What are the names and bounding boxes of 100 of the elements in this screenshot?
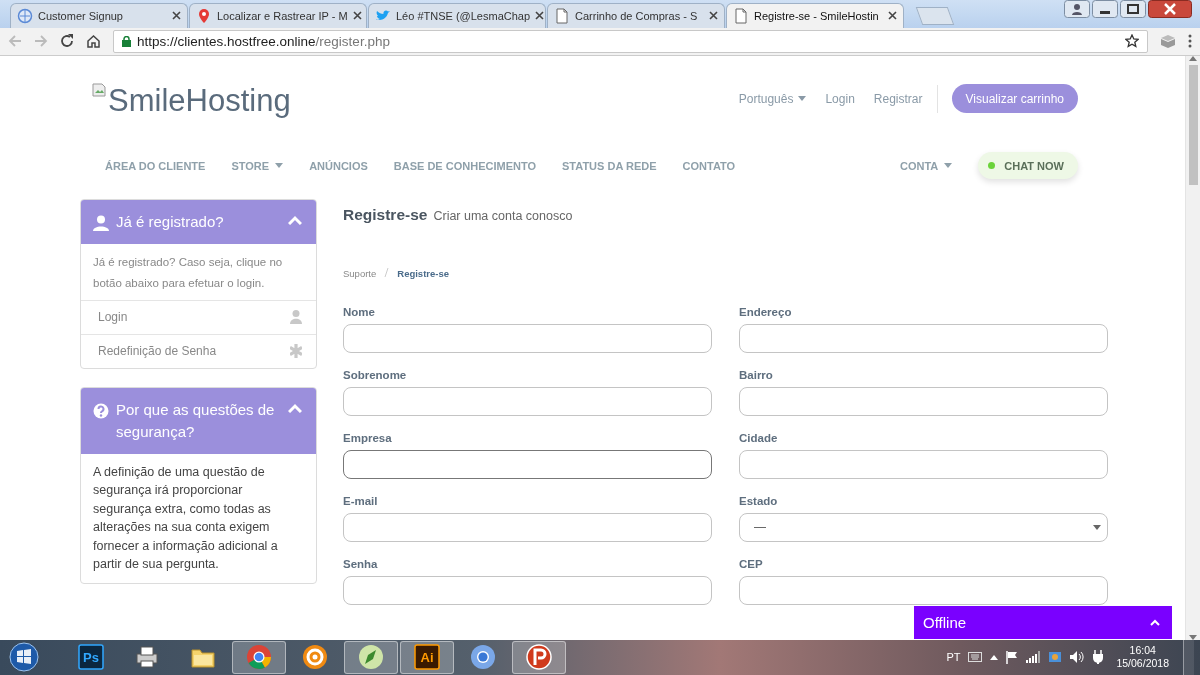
close-icon[interactable] xyxy=(1148,0,1192,18)
address-field[interactable]: https://clientes.hostfree.online/register.php xyxy=(113,29,1148,53)
network-icon[interactable] xyxy=(1048,650,1063,665)
select-field[interactable]: — xyxy=(739,512,1108,542)
chevron-up-icon xyxy=(1150,619,1160,626)
page-icon xyxy=(733,7,749,24)
browser-tab[interactable]: Carrinho de Compras - S xyxy=(547,2,725,28)
chrome-icon xyxy=(245,643,273,672)
lock-icon xyxy=(122,35,131,47)
keyboard-icon[interactable] xyxy=(968,652,983,663)
panel-header[interactable]: Já é registrado? xyxy=(81,199,316,244)
signal-icon[interactable] xyxy=(1026,651,1041,664)
input-field[interactable] xyxy=(343,449,712,479)
home-icon[interactable] xyxy=(86,34,101,49)
chromium-icon xyxy=(469,643,497,672)
volume-icon[interactable] xyxy=(1070,651,1085,664)
language-indicator[interactable]: PT xyxy=(946,651,961,664)
close-icon[interactable] xyxy=(352,11,362,21)
breadcrumb-link[interactable]: Suporte xyxy=(343,267,377,279)
browser-tab[interactable]: Léo #TNSE (@LesmaChap xyxy=(368,2,546,28)
show-desktop-button[interactable] xyxy=(1183,640,1194,675)
input-field[interactable] xyxy=(343,386,712,416)
input-field[interactable] xyxy=(739,386,1108,416)
reload-icon[interactable] xyxy=(60,34,74,49)
gear-icon xyxy=(301,643,329,672)
close-icon[interactable] xyxy=(888,11,897,21)
nav-link[interactable]: CONTA xyxy=(900,159,953,172)
input-field[interactable] xyxy=(343,575,712,605)
clock[interactable]: 16:04 15/06/2018 xyxy=(1116,644,1169,671)
user-icon xyxy=(290,310,302,325)
panel-text: Já é registrado? Caso seja, clique no botão abaixo para efetuar o login. xyxy=(92,254,284,291)
page-title: Registre-se xyxy=(343,205,428,224)
start-orb-icon[interactable] xyxy=(6,641,42,674)
user-icon xyxy=(93,214,109,231)
field-label: Estado xyxy=(739,494,779,507)
chevron-up-icon[interactable] xyxy=(990,655,999,660)
input-field[interactable] xyxy=(343,323,712,353)
extension-icon[interactable] xyxy=(1160,34,1176,49)
field-label: Nome xyxy=(343,305,376,318)
asterisk-icon xyxy=(290,344,302,359)
maximize-icon[interactable] xyxy=(1120,0,1146,18)
field-label: E-mail xyxy=(343,494,379,507)
power-plug-icon[interactable] xyxy=(1092,650,1105,665)
globe-icon xyxy=(17,7,33,24)
url-text: https://clientes.hostfree.online/register.php xyxy=(137,33,390,49)
chat-button[interactable]: CHAT NOW xyxy=(978,152,1078,180)
page-icon xyxy=(554,7,570,24)
close-icon[interactable] xyxy=(709,11,718,21)
nav-link[interactable]: STORE xyxy=(231,159,284,172)
star-icon[interactable] xyxy=(1125,34,1139,49)
browser-tab[interactable]: Customer Signup xyxy=(10,2,188,28)
sidebar-link[interactable]: Login xyxy=(81,299,316,334)
cart-button[interactable]: Visualizar carrinho xyxy=(951,84,1078,114)
chat-widget-bar[interactable]: Offline xyxy=(914,606,1172,639)
chevron-up-icon[interactable] xyxy=(288,402,302,413)
input-field[interactable] xyxy=(739,323,1108,353)
taskbar-app[interactable]: Ai xyxy=(400,641,454,674)
page-subtitle: Criar uma conta conosco xyxy=(433,208,573,223)
field-label: Endereço xyxy=(739,305,793,318)
close-icon[interactable] xyxy=(172,11,181,21)
browser-tab[interactable]: Localizar e Rastrear IP - M xyxy=(189,2,367,28)
user-icon[interactable] xyxy=(1064,0,1090,18)
field-label: Cidade xyxy=(739,431,779,444)
sidebar-link[interactable]: Redefinição de Senha xyxy=(81,333,316,368)
photoshop-icon xyxy=(77,643,105,672)
status-dot-icon xyxy=(988,162,996,170)
nav-link[interactable]: ANÚNCIOS xyxy=(309,159,368,172)
browser-tab[interactable]: Registre-se - SmileHostin xyxy=(726,2,904,28)
nav-link[interactable]: CONTATO xyxy=(682,159,736,172)
minimize-icon[interactable] xyxy=(1092,0,1118,18)
header-link[interactable]: Português xyxy=(738,91,807,106)
field-label: CEP xyxy=(739,557,764,570)
scrollbar-thumb[interactable] xyxy=(1188,64,1198,185)
illustrator-icon xyxy=(413,643,441,672)
input-field[interactable] xyxy=(343,512,712,542)
map-pin-icon xyxy=(196,7,212,24)
breadcrumb-link[interactable]: Registre-se xyxy=(397,267,450,279)
taskbar-app[interactable]: Ps xyxy=(64,641,118,674)
header-link[interactable]: Login xyxy=(825,91,855,106)
panel-header[interactable]: Por que as questões de segurança? xyxy=(81,387,316,454)
taskbar-app[interactable] xyxy=(512,641,566,674)
caret-icon xyxy=(1093,524,1101,530)
menu-icon[interactable] xyxy=(1188,34,1192,49)
field-label: Sobrenome xyxy=(343,368,408,381)
site-logo[interactable]: SmileHosting xyxy=(92,82,291,119)
nav-link[interactable]: STATUS DA REDE xyxy=(562,159,657,172)
nav-link[interactable]: ÁREA DO CLIENTE xyxy=(105,159,206,172)
panel-text: A definição de uma questão de segurança irá proporcionar segurança extra, como todas as alterações na sua conta exigem fornecer a informação adicional a partir de sua pergunta. xyxy=(92,463,279,574)
field-label: Bairro xyxy=(739,368,774,381)
question-icon xyxy=(93,402,109,419)
chevron-up-icon[interactable] xyxy=(288,214,302,225)
field-label: Empresa xyxy=(343,431,393,444)
input-field[interactable] xyxy=(739,575,1108,605)
header-link[interactable]: Registrar xyxy=(873,91,923,106)
close-icon[interactable] xyxy=(535,11,545,21)
separator-icon xyxy=(384,267,390,277)
flag-icon[interactable] xyxy=(1006,651,1019,664)
broken-image-icon xyxy=(92,82,106,97)
nav-link[interactable]: BASE DE CONHECIMENTO xyxy=(393,159,536,172)
input-field[interactable] xyxy=(739,449,1108,479)
